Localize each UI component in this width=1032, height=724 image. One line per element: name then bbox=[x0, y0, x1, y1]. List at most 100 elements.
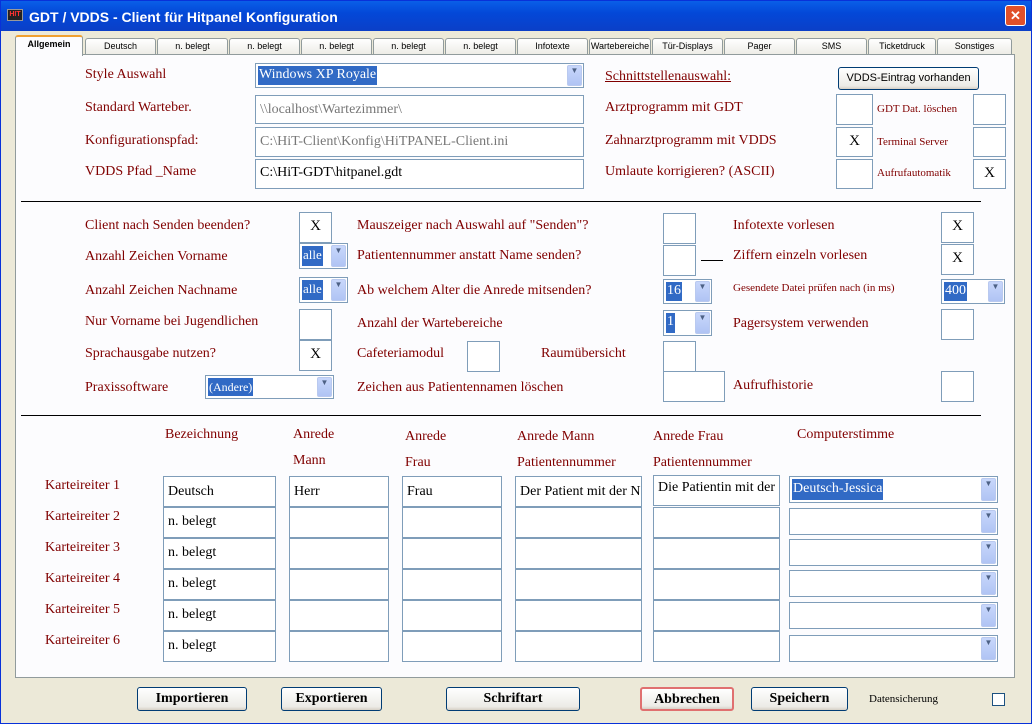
tab-allgemein[interactable]: Allgemein bbox=[15, 35, 83, 56]
row-1-pf[interactable]: Die Patientin mit der bbox=[653, 475, 780, 506]
konfig-input[interactable]: C:\HiT-Client\Konfig\HiTPANEL-Client.ini bbox=[255, 127, 584, 157]
row-4-mann[interactable] bbox=[289, 569, 389, 600]
chevron-down-icon[interactable]: ▼ bbox=[331, 245, 346, 267]
row-2-pm[interactable] bbox=[515, 507, 642, 538]
row-1-bez[interactable]: Deutsch bbox=[163, 476, 276, 507]
row-2-frau[interactable] bbox=[402, 507, 502, 538]
row-3-frau[interactable] bbox=[402, 538, 502, 569]
chevron-down-icon[interactable]: ▼ bbox=[981, 572, 996, 595]
row-4-voice[interactable]: ▼ bbox=[789, 570, 998, 597]
chevron-down-icon[interactable]: ▼ bbox=[981, 637, 996, 660]
chevron-down-icon[interactable]: ▼ bbox=[981, 510, 996, 533]
row-5-pm[interactable] bbox=[515, 600, 642, 631]
export-button[interactable]: Exportieren bbox=[281, 687, 382, 711]
row-3-mann[interactable] bbox=[289, 538, 389, 569]
row-6-mann[interactable] bbox=[289, 631, 389, 662]
row-4-pf[interactable] bbox=[653, 569, 780, 600]
chevron-down-icon[interactable]: ▼ bbox=[317, 377, 332, 397]
tab-sms[interactable]: SMS bbox=[796, 38, 867, 55]
row-3-voice[interactable]: ▼ bbox=[789, 539, 998, 566]
vdds-entry-button[interactable]: VDDS-Eintrag vorhanden bbox=[838, 67, 979, 90]
tab-sonstiges[interactable]: Sonstiges bbox=[937, 38, 1012, 55]
tab-deutsch[interactable]: Deutsch bbox=[85, 38, 156, 55]
tab-n-belegt-1[interactable]: n. belegt bbox=[157, 38, 228, 55]
client-checkbox[interactable]: X bbox=[299, 212, 332, 243]
tab-n-belegt-3[interactable]: n. belegt bbox=[301, 38, 372, 55]
row-5-bez[interactable]: n. belegt bbox=[163, 600, 276, 631]
chevron-down-icon[interactable]: ▼ bbox=[331, 279, 346, 301]
alter-select[interactable]: 16 ▼ bbox=[663, 279, 712, 304]
datei-select[interactable]: 400 ▼ bbox=[941, 279, 1005, 304]
row-6-frau[interactable] bbox=[402, 631, 502, 662]
row-6-voice[interactable]: ▼ bbox=[789, 635, 998, 662]
import-button[interactable]: Importieren bbox=[137, 687, 247, 711]
row-2-voice[interactable]: ▼ bbox=[789, 508, 998, 535]
row-2-bez[interactable]: n. belegt bbox=[163, 507, 276, 538]
wb-select[interactable]: 1 ▼ bbox=[663, 310, 712, 336]
row-5-pf[interactable] bbox=[653, 600, 780, 631]
chevron-down-icon[interactable]: ▼ bbox=[981, 541, 996, 564]
vdds-input[interactable]: C:\HiT-GDT\hitpanel.gdt bbox=[255, 159, 584, 189]
ziffern-checkbox[interactable]: X bbox=[941, 244, 974, 275]
row-1-voice[interactable]: Deutsch-Jessica ▼ bbox=[789, 476, 998, 503]
row-1-pm[interactable]: Der Patient mit der N bbox=[515, 476, 642, 507]
row-4-frau[interactable] bbox=[402, 569, 502, 600]
tab-ticketdruck[interactable]: Ticketdruck bbox=[868, 38, 936, 55]
row-3-pf[interactable] bbox=[653, 538, 780, 569]
maus-checkbox[interactable] bbox=[663, 213, 696, 244]
praxis-select[interactable]: (Andere) ▼ bbox=[205, 375, 334, 399]
row-5-voice[interactable]: ▼ bbox=[789, 602, 998, 629]
row-2-mann[interactable] bbox=[289, 507, 389, 538]
row-6-pm[interactable] bbox=[515, 631, 642, 662]
row-4-bez[interactable]: n. belegt bbox=[163, 569, 276, 600]
chevron-down-icon[interactable]: ▼ bbox=[567, 65, 582, 86]
terminal-checkbox[interactable] bbox=[973, 127, 1006, 157]
zeichen-input[interactable] bbox=[663, 371, 725, 402]
row-1-frau[interactable]: Frau bbox=[402, 476, 502, 507]
tab-n-belegt-5[interactable]: n. belegt bbox=[445, 38, 516, 55]
tab-tuer-displays[interactable]: Tür-Displays bbox=[652, 38, 723, 55]
gdtdel-checkbox[interactable] bbox=[973, 94, 1006, 125]
cancel-button[interactable]: Abbrechen bbox=[640, 687, 734, 711]
font-button[interactable]: Schriftart bbox=[446, 687, 580, 711]
vorname-select[interactable]: alle ▼ bbox=[299, 243, 348, 269]
cafe-checkbox[interactable] bbox=[467, 341, 500, 372]
chevron-down-icon[interactable]: ▼ bbox=[981, 478, 996, 501]
row-2-pf[interactable] bbox=[653, 507, 780, 538]
save-button[interactable]: Speichern bbox=[751, 687, 848, 711]
pager-label: Pagersystem verwenden bbox=[733, 316, 869, 331]
arzt-checkbox[interactable] bbox=[836, 94, 873, 125]
chevron-down-icon[interactable]: ▼ bbox=[988, 281, 1003, 302]
chevron-down-icon[interactable]: ▼ bbox=[695, 312, 710, 334]
row-6-bez[interactable]: n. belegt bbox=[163, 631, 276, 662]
patnr-checkbox[interactable] bbox=[663, 245, 696, 276]
jugend-checkbox[interactable] bbox=[299, 309, 332, 340]
row-3-pm[interactable] bbox=[515, 538, 642, 569]
hist-checkbox[interactable] bbox=[941, 371, 974, 402]
info-checkbox[interactable]: X bbox=[941, 212, 974, 243]
umlaute-checkbox[interactable] bbox=[836, 159, 873, 189]
tab-n-belegt-2[interactable]: n. belegt bbox=[229, 38, 300, 55]
row-1-mann[interactable]: Herr bbox=[289, 476, 389, 507]
pager-checkbox[interactable] bbox=[941, 309, 974, 340]
aufruf-checkbox[interactable]: X bbox=[973, 159, 1006, 189]
chevron-down-icon[interactable]: ▼ bbox=[695, 281, 710, 302]
zahn-checkbox[interactable]: X bbox=[836, 127, 873, 157]
warte-input[interactable]: \\localhost\Wartezimmer\ bbox=[255, 95, 584, 124]
row-5-mann[interactable] bbox=[289, 600, 389, 631]
close-button[interactable]: ✕ bbox=[1005, 5, 1026, 26]
nachname-select[interactable]: alle ▼ bbox=[299, 277, 348, 303]
tab-infotexte[interactable]: Infotexte bbox=[517, 38, 588, 55]
datensicherung-checkbox[interactable] bbox=[992, 693, 1005, 706]
raum-checkbox[interactable] bbox=[663, 341, 696, 372]
chevron-down-icon[interactable]: ▼ bbox=[981, 604, 996, 627]
tab-wartebereiche[interactable]: Wartebereiche bbox=[589, 38, 651, 55]
tab-n-belegt-4[interactable]: n. belegt bbox=[373, 38, 444, 55]
row-3-bez[interactable]: n. belegt bbox=[163, 538, 276, 569]
sprach-checkbox[interactable]: X bbox=[299, 340, 332, 371]
row-5-frau[interactable] bbox=[402, 600, 502, 631]
row-6-pf[interactable] bbox=[653, 631, 780, 662]
row-4-pm[interactable] bbox=[515, 569, 642, 600]
style-select[interactable]: Windows XP Royale ▼ bbox=[255, 63, 584, 88]
tab-pager[interactable]: Pager bbox=[724, 38, 795, 55]
